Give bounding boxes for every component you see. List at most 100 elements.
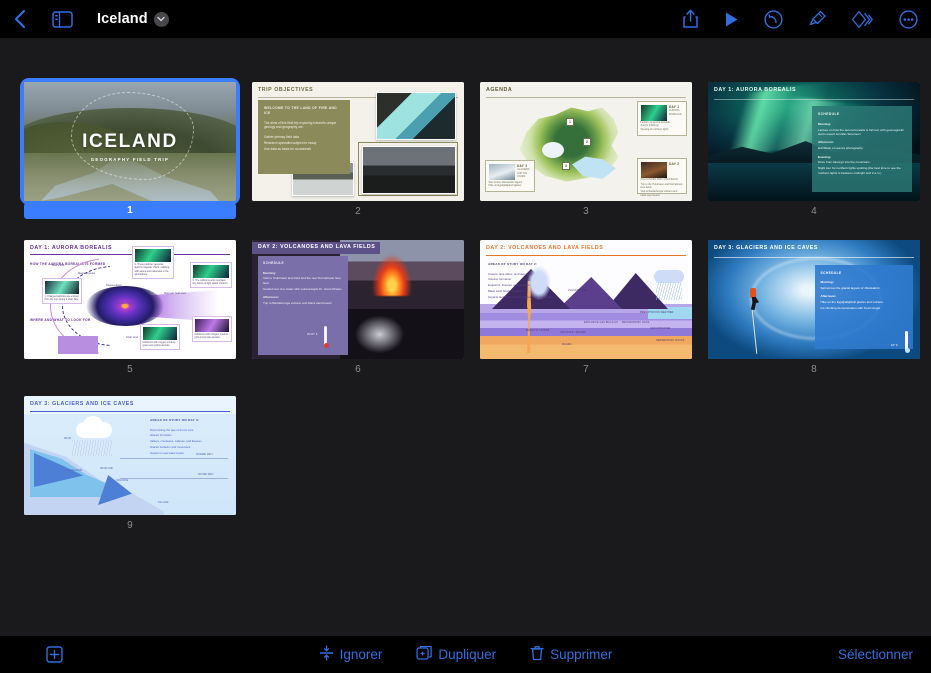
label-solar-wind: Solar wind [126, 336, 139, 339]
slide-thumbnail-8[interactable]: DAY 3: GLACIERS AND ICE CAVES SCHEDULE M… [708, 240, 920, 359]
list-item: Black sand beach formation [488, 288, 524, 293]
diagram-card-purple: Collisions with nitrogen produce pink an… [192, 316, 232, 343]
duplicate-button[interactable]: Dupliquer [416, 645, 496, 664]
slide-number-1: 1 [24, 203, 236, 219]
slide-thumbnail-5[interactable]: DAY 1: AURORA BOREALIS HOW THE AURORA BO… [24, 240, 236, 359]
slide-3-title: AGENDA [486, 87, 513, 93]
slide-cell-1[interactable]: ICELAND GEOGRAPHY FIELD TRIP 1 [16, 82, 244, 219]
more-icon[interactable] [899, 9, 918, 29]
select-button[interactable]: Sélectionner [838, 647, 913, 662]
slide-thumbnail-3[interactable]: AGENDA 1 2 3 DAY 1 AURORA BOREALIS Lectu… [480, 82, 692, 201]
undo-icon[interactable] [764, 9, 783, 29]
label-crystals: CRYSTALS / MAGMA [560, 332, 586, 334]
slide-thumb-wrap-9[interactable]: DAY 3: GLACIERS AND ICE CAVES AREAS OF S… [24, 396, 236, 515]
section-label: Morning: [263, 270, 277, 275]
slide-number-5: 5 [127, 364, 133, 375]
temperature-label: 2010° F [307, 332, 318, 336]
panel-heading: SCHEDULE [820, 270, 842, 275]
slide-cell-9[interactable]: DAY 3: GLACIERS AND ICE CAVES AREAS OF S… [16, 396, 244, 531]
objectives-bullets: Gather primary field data Research speci… [264, 135, 344, 152]
agenda-card-day2: DAY 2 VOLCANOES AND LAVA FIELDS Trip to … [637, 158, 687, 197]
duplicate-label: Dupliquer [438, 647, 497, 662]
label-volcanic-ash: VOLCANIC ASH [568, 290, 588, 292]
slide-cell-2[interactable]: TRIP OBJECTIVES WELCOME TO THE LAND OF F… [244, 82, 472, 219]
card-thumbnail [194, 318, 230, 332]
format-brush-icon[interactable] [808, 10, 827, 29]
label-ash-fall: ASH FALL [608, 308, 621, 310]
card-thumbnail [44, 280, 80, 294]
slide-6-content: DAY 2: VOLCANOES AND LAVA FIELDS SCHEDUL… [252, 240, 464, 359]
slide-cell-8[interactable]: DAY 3: GLACIERS AND ICE CAVES SCHEDULE M… [700, 240, 928, 375]
list-item: Visit to Holuhraun lava field and the ne… [263, 276, 341, 285]
slide-thumb-wrap-7[interactable]: DAY 2: VOLCANOES AND LAVA FIELDS AREAS O… [480, 240, 692, 359]
slide-thumbnail-4[interactable]: DAY 1: AURORA BOREALIS SCHEDULE Morning:… [708, 82, 920, 201]
slide-thumb-wrap-5[interactable]: DAY 1: AURORA BOREALIS HOW THE AURORA BO… [24, 240, 236, 359]
slide-thumb-wrap-2[interactable]: TRIP OBJECTIVES WELCOME TO THE LAND OF F… [252, 82, 464, 201]
slide-grid-canvas[interactable]: ICELAND GEOGRAPHY FIELD TRIP 1 TRIP OBJE… [0, 38, 931, 636]
title-rule [714, 257, 914, 258]
list-item: Hike on the Eyjafjallajökull glacier and… [820, 300, 884, 305]
slide-cell-6[interactable]: DAY 2: VOLCANOES AND LAVA FIELDS SCHEDUL… [244, 240, 472, 375]
slide-5-content: DAY 1: AURORA BOREALIS HOW THE AURORA BO… [24, 240, 236, 359]
thermometer-hot-icon [324, 326, 329, 348]
play-icon[interactable] [724, 11, 739, 28]
list-item: Night tour for northern lights spotting … [818, 166, 901, 175]
delete-button[interactable]: Supprimer [530, 645, 612, 664]
list-item: Research specialist subject for essay [264, 141, 317, 146]
thermometer-bulb [324, 343, 329, 348]
slide-thumb-wrap-3[interactable]: AGENDA 1 2 3 DAY 1 AURORA BOREALIS Lectu… [480, 82, 692, 201]
title-rule [486, 97, 686, 98]
card-bullets: Sail across Jökulsárlón lagoon Hike on E… [489, 181, 532, 188]
skip-button[interactable]: Ignorer [319, 645, 382, 664]
slide-thumbnail-6[interactable]: DAY 2: VOLCANOES AND LAVA FIELDS SCHEDUL… [252, 240, 464, 359]
share-icon[interactable] [682, 9, 699, 29]
chevron-left-icon[interactable] [13, 9, 26, 29]
sidebar-toggle-icon[interactable] [52, 10, 73, 28]
card-thumbnail [134, 248, 172, 262]
slide-1-content: ICELAND GEOGRAPHY FIELD TRIP [24, 82, 236, 201]
section-label: Afternoon: [820, 294, 837, 299]
slide-4-content: DAY 1: AURORA BOREALIS SCHEDULE Morning:… [708, 82, 920, 201]
slide-9-content: DAY 3: GLACIERS AND ICE CAVES AREAS OF S… [24, 396, 236, 515]
slide-thumbnail-7[interactable]: DAY 2: VOLCANOES AND LAVA FIELDS AREAS O… [480, 240, 692, 359]
slide-thumb-wrap-8[interactable]: DAY 3: GLACIERS AND ICE CAVES SCHEDULE M… [708, 240, 920, 359]
smoke-plume [348, 302, 418, 356]
list-item: Lecture on how the aurora borealis is fo… [818, 127, 904, 136]
card-caption: 3. The collisions emit countless tiny bu… [192, 278, 228, 286]
slide-4-title: DAY 1: AURORA BOREALIS [714, 87, 797, 93]
slide-cell-5[interactable]: DAY 1: AURORA BOREALIS HOW THE AURORA BO… [16, 240, 244, 375]
list-item: Sail across the glacial lagoon of Jökuls… [820, 285, 880, 290]
card-caption: Collisions with nitrogen produce pink an… [194, 332, 229, 340]
slide-thumb-wrap-4[interactable]: DAY 1: AURORA BOREALIS SCHEDULE Morning:… [708, 82, 920, 201]
slide-cell-7[interactable]: DAY 2: VOLCANOES AND LAVA FIELDS AREAS O… [472, 240, 700, 375]
slide-thumbnail-2[interactable]: TRIP OBJECTIVES WELCOME TO THE LAND OF F… [252, 82, 464, 201]
slide-2-content: TRIP OBJECTIVES WELCOME TO THE LAND OF F… [252, 82, 464, 201]
card-thumbnail [192, 264, 230, 278]
animate-icon[interactable] [852, 10, 874, 29]
slide-thumbnail-1[interactable]: ICELAND GEOGRAPHY FIELD TRIP [24, 82, 236, 201]
diagram-card-green: Collisions with oxygen produce green and… [140, 324, 180, 351]
slide-thumbnail-9[interactable]: DAY 3: GLACIERS AND ICE CAVES AREAS OF S… [24, 396, 236, 515]
schedule-panel: SCHEDULE Morning: Visit to Holuhraun lav… [258, 256, 348, 355]
list-item: Viewing of northern lights [640, 127, 669, 131]
slide-6-title: DAY 2: VOLCANOES AND LAVA FIELDS [258, 244, 376, 250]
list-item: Hike on Eyjafjallajökull glacier [488, 184, 522, 188]
slide-cell-3[interactable]: AGENDA 1 2 3 DAY 1 AURORA BOREALIS Lectu… [472, 82, 700, 219]
slide-thumb-wrap-1[interactable]: ICELAND GEOGRAPHY FIELD TRIP [24, 82, 236, 201]
diagram-card-1: 1. Charged particles are emitted from th… [42, 278, 82, 305]
slide-cell-4[interactable]: DAY 1: AURORA BOREALIS SCHEDULE Morning:… [700, 82, 928, 219]
slide-thumb-wrap-6[interactable]: DAY 2: VOLCANOES AND LAVA FIELDS SCHEDUL… [252, 240, 464, 359]
areas-bullets: Craters, lava tubes, and lava fields Vol… [488, 270, 574, 299]
list-item: Trip to Bárðarbunga volcano and black sa… [263, 300, 332, 305]
add-slide-icon[interactable] [46, 646, 63, 663]
climber-legs [750, 297, 759, 310]
slide-3-content: AGENDA 1 2 3 DAY 1 AURORA BOREALIS Lectu… [480, 82, 692, 201]
card-thumbnail [488, 163, 515, 180]
list-item: Determining the age of an ice core [150, 427, 194, 432]
slide-number-9: 9 [127, 520, 133, 531]
chevron-down-icon[interactable] [153, 11, 169, 27]
label-snow-line: SNOW LINE [100, 468, 113, 470]
label-magnetopause: Magnetopause [78, 272, 96, 275]
map-pin-1: 1 [566, 118, 574, 126]
label-lava: LAVA [522, 308, 529, 310]
